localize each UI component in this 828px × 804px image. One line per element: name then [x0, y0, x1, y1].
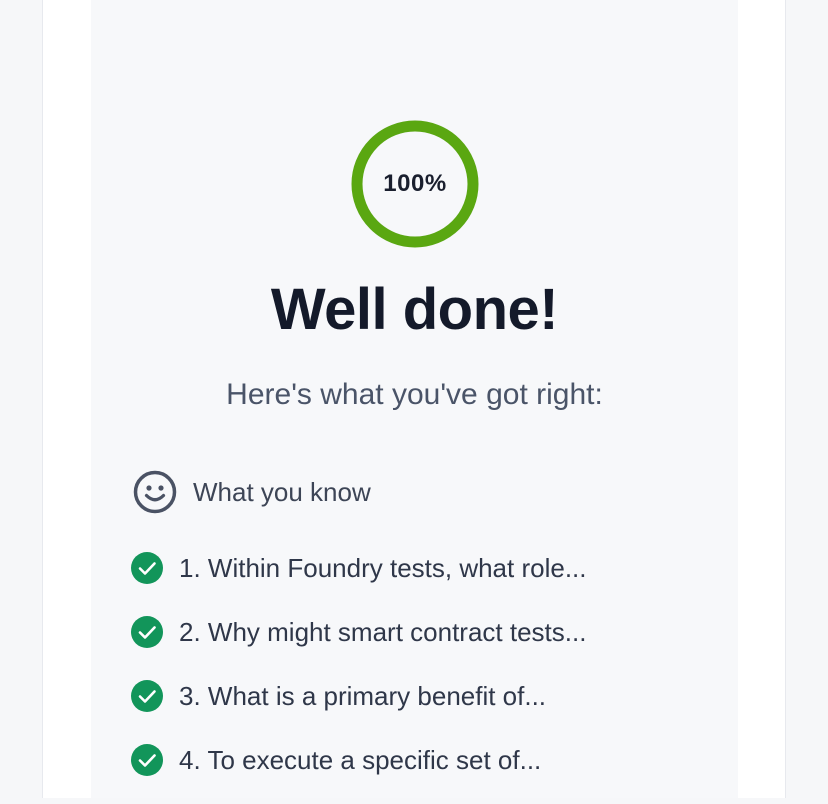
list-item[interactable]: 2. Why might smart contract tests...	[131, 612, 587, 676]
answer-text: 2. Why might smart contract tests...	[179, 617, 587, 647]
section-header-what-you-know: What you know	[133, 470, 371, 514]
list-item[interactable]: 1. Within Foundry tests, what role...	[131, 548, 587, 612]
progress-percent: 100%	[383, 170, 447, 197]
check-circle-icon	[131, 744, 163, 776]
check-circle-icon	[131, 552, 163, 584]
list-item[interactable]: 3. What is a primary benefit of...	[131, 676, 587, 740]
check-circle-icon	[131, 616, 163, 648]
answer-text: 3. What is a primary benefit of...	[179, 681, 547, 711]
list-item[interactable]: 4. To execute a specific set of...	[131, 740, 587, 804]
answer-text: 4. To execute a specific set of...	[179, 745, 542, 775]
section-label: What you know	[193, 476, 371, 507]
answer-text: 1. Within Foundry tests, what role...	[179, 553, 587, 583]
correct-answers-list: 1. Within Foundry tests, what role... 2.…	[131, 548, 587, 804]
page-title: Well done!	[270, 277, 559, 342]
results-panel: 100% Well done! Here's what you've got r…	[91, 0, 738, 798]
page-subtitle: Here's what you've got right:	[226, 378, 603, 411]
check-circle-icon	[131, 680, 163, 712]
results-card: 100% Well done! Here's what you've got r…	[42, 0, 786, 798]
progress-ring: 100%	[351, 120, 479, 248]
smile-icon	[133, 470, 177, 514]
